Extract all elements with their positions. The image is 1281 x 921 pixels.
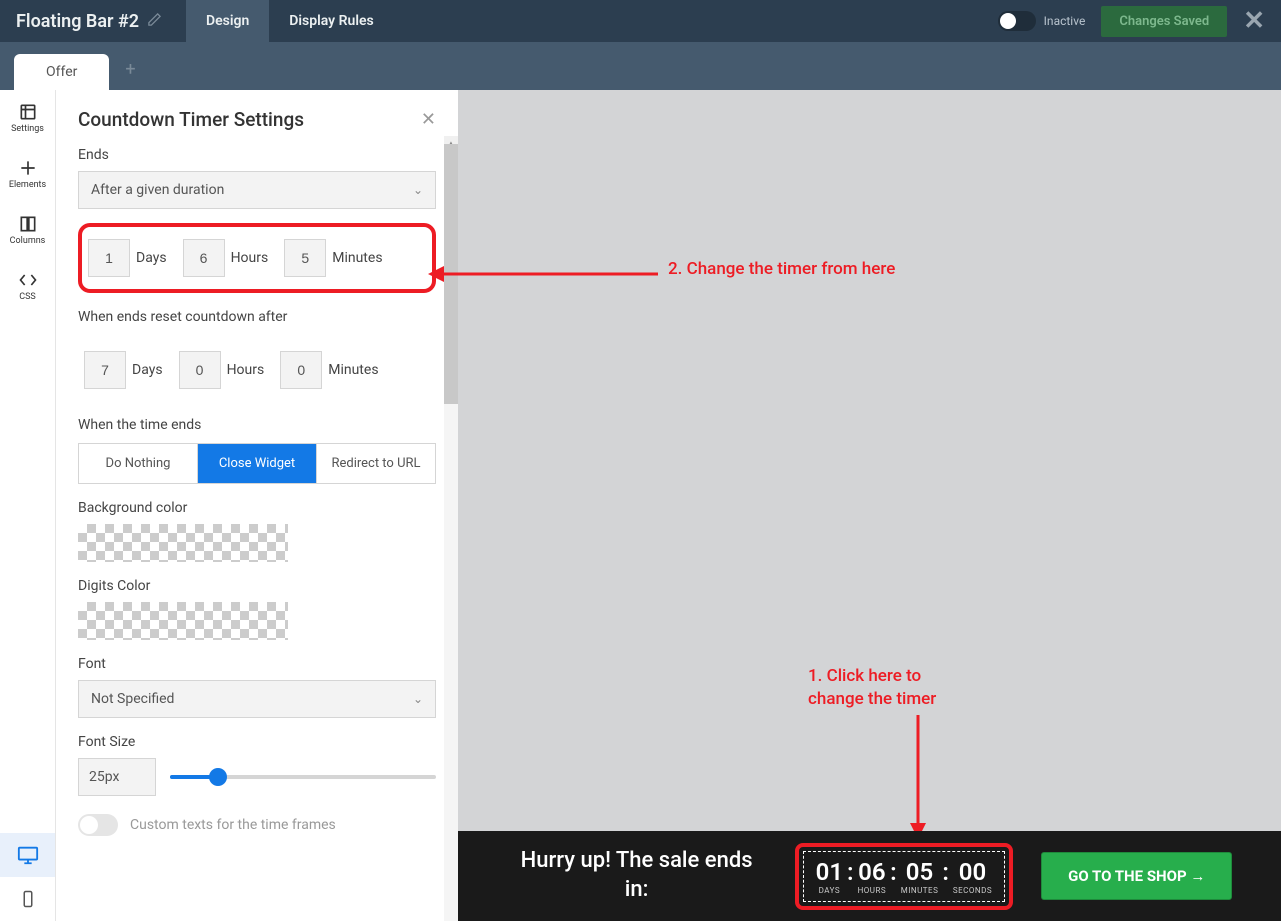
reset-days-input[interactable] bbox=[84, 351, 126, 389]
edit-title-icon[interactable] bbox=[147, 12, 162, 31]
timer-minutes-value: 05 bbox=[901, 858, 939, 886]
app-title: Floating Bar #2 bbox=[16, 11, 139, 32]
timer-seconds-value: 00 bbox=[953, 858, 992, 886]
font-size-label: Font Size bbox=[78, 734, 436, 750]
font-label: Font bbox=[78, 656, 436, 672]
days-label: Days bbox=[136, 250, 167, 266]
custom-texts-toggle[interactable] bbox=[78, 814, 118, 836]
ends-select-value: After a given duration bbox=[91, 182, 224, 198]
timer-days-label: DAYS bbox=[816, 886, 843, 895]
reset-duration-row: Days Hours Minutes bbox=[78, 339, 436, 401]
annotation-1: 1. Click here to change the timer bbox=[808, 665, 978, 711]
reset-label: When ends reset countdown after bbox=[78, 309, 436, 325]
settings-panel: ▲ Countdown Timer Settings ✕ Ends After … bbox=[56, 90, 458, 921]
preview-message: Hurry up! The sale ends in: bbox=[507, 847, 767, 904]
reset-days-label: Days bbox=[132, 362, 163, 378]
arrow-1-icon bbox=[910, 715, 926, 839]
device-desktop[interactable] bbox=[0, 833, 55, 877]
timer-hours-label: HOURS bbox=[858, 886, 887, 895]
rail-css-label: CSS bbox=[19, 292, 36, 302]
ends-label: Ends bbox=[78, 147, 436, 163]
custom-texts-row: Custom texts for the time frames bbox=[78, 814, 436, 836]
font-size-row: 25px bbox=[78, 758, 436, 796]
rail-css[interactable]: CSS bbox=[0, 258, 55, 314]
changes-saved-button[interactable]: Changes Saved bbox=[1101, 6, 1227, 37]
preview-area: 1. Click here to change the timer 2. Cha… bbox=[458, 90, 1281, 921]
timer-seconds-label: SECONDS bbox=[953, 886, 992, 895]
sub-header: Offer + bbox=[0, 42, 1281, 90]
font-size-slider[interactable] bbox=[170, 775, 436, 779]
ends-select[interactable]: After a given duration ⌄ bbox=[78, 171, 436, 209]
header-tabs: Design Display Rules bbox=[186, 0, 394, 42]
floating-bar-preview: Hurry up! The sale ends in: 01DAYS : 06H… bbox=[458, 831, 1281, 921]
panel-title: Countdown Timer Settings bbox=[78, 108, 304, 131]
reset-hours-input[interactable] bbox=[179, 351, 221, 389]
timer-duration-row: Days Hours Minutes bbox=[78, 223, 436, 293]
main-area: Settings Elements Columns CSS ▲ bbox=[0, 90, 1281, 921]
rail-elements[interactable]: Elements bbox=[0, 146, 55, 202]
panel-close-icon[interactable]: ✕ bbox=[421, 109, 436, 130]
status-toggle-wrap: Inactive bbox=[998, 11, 1086, 31]
add-tab-icon[interactable]: + bbox=[113, 49, 147, 90]
left-rail: Settings Elements Columns CSS bbox=[0, 90, 56, 921]
reset-minutes-input[interactable] bbox=[280, 351, 322, 389]
digits-color-swatch[interactable] bbox=[78, 602, 288, 640]
font-size-value[interactable]: 25px bbox=[78, 758, 156, 796]
countdown-timer[interactable]: 01DAYS : 06HOURS : 05MINUTES : 00SECONDS bbox=[795, 843, 1013, 910]
close-icon[interactable]: ✕ bbox=[1243, 6, 1265, 36]
font-select[interactable]: Not Specified ⌄ bbox=[78, 680, 436, 718]
rail-settings[interactable]: Settings bbox=[0, 90, 55, 146]
reset-minutes-label: Minutes bbox=[328, 362, 378, 378]
shop-button[interactable]: GO TO THE SHOP → bbox=[1041, 852, 1232, 900]
custom-texts-label: Custom texts for the time frames bbox=[130, 817, 336, 833]
minutes-label: Minutes bbox=[332, 250, 382, 266]
subtab-offer[interactable]: Offer bbox=[14, 54, 109, 90]
option-close-widget[interactable]: Close Widget bbox=[198, 444, 317, 483]
option-do-nothing[interactable]: Do Nothing bbox=[79, 444, 198, 483]
status-toggle[interactable] bbox=[998, 11, 1036, 31]
timer-days-value: 01 bbox=[816, 858, 843, 886]
rail-columns[interactable]: Columns bbox=[0, 202, 55, 258]
chevron-down-icon: ⌄ bbox=[413, 692, 423, 706]
rail-settings-label: Settings bbox=[11, 124, 44, 134]
time-ends-options: Do Nothing Close Widget Redirect to URL bbox=[78, 443, 436, 484]
days-input[interactable] bbox=[88, 239, 130, 277]
minutes-input[interactable] bbox=[284, 239, 326, 277]
chevron-down-icon: ⌄ bbox=[413, 183, 423, 197]
tab-design[interactable]: Design bbox=[186, 0, 269, 42]
annotation-2: 2. Change the timer from here bbox=[668, 258, 898, 281]
option-redirect[interactable]: Redirect to URL bbox=[317, 444, 435, 483]
bg-color-swatch[interactable] bbox=[78, 524, 288, 562]
rail-elements-label: Elements bbox=[9, 180, 46, 190]
font-select-value: Not Specified bbox=[91, 691, 174, 707]
time-ends-label: When the time ends bbox=[78, 417, 436, 433]
digits-color-label: Digits Color bbox=[78, 578, 436, 594]
bg-color-label: Background color bbox=[78, 500, 436, 516]
rail-columns-label: Columns bbox=[10, 236, 46, 246]
device-mobile[interactable] bbox=[0, 877, 55, 921]
top-header: Floating Bar #2 Design Display Rules Ina… bbox=[0, 0, 1281, 42]
timer-hours-value: 06 bbox=[858, 858, 887, 886]
hours-input[interactable] bbox=[183, 239, 225, 277]
reset-hours-label: Hours bbox=[227, 362, 265, 378]
header-right: Inactive Changes Saved ✕ bbox=[998, 6, 1265, 37]
hours-label: Hours bbox=[231, 250, 269, 266]
slider-knob[interactable] bbox=[209, 768, 227, 786]
status-label: Inactive bbox=[1044, 14, 1086, 28]
tab-display-rules[interactable]: Display Rules bbox=[269, 0, 393, 42]
timer-minutes-label: MINUTES bbox=[901, 886, 939, 895]
arrow-2-icon bbox=[428, 266, 658, 282]
